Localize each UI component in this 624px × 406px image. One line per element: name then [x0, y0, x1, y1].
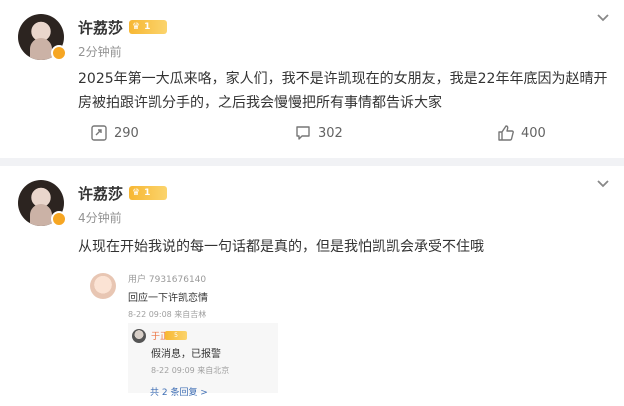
weibo-feed: 许荔莎 ♛ 1 2分钟前 2025年第一大瓜来咯，家人们，我不是许凯现在的女朋友…	[0, 0, 624, 406]
quoted-comment-text: 回应一下许凯恋情	[128, 293, 208, 304]
reply-meta: 8-22 09:09 来自北京	[151, 366, 230, 375]
post-card: 许荔莎 ♛ 1 2分钟前 2025年第一大瓜来咯，家人们，我不是许凯现在的女朋友…	[0, 0, 624, 158]
more-replies-link: 共 2 条回复 >	[150, 388, 208, 398]
post-text: 2025年第一大瓜来咯，家人们，我不是许凯现在的女朋友，我是22年年底因为赵晴开…	[78, 71, 608, 111]
post-text: 从现在开始我说的每一句话都是真的，但是我怕凯凯会承受不住哦	[78, 239, 484, 255]
repost-count: 290	[114, 125, 139, 141]
action-bar: 290 302 400	[0, 124, 624, 148]
reply-text: 假消息，已报警	[151, 349, 221, 360]
reply-vip-badge: 5	[165, 331, 187, 340]
crown-icon: ♛	[132, 188, 141, 198]
vip-level: 1	[144, 188, 151, 198]
comment-icon	[296, 126, 310, 140]
crown-icon: ♛	[132, 22, 141, 32]
vip-level: 1	[144, 22, 151, 32]
post-time[interactable]: 4分钟前	[78, 209, 122, 226]
like-button[interactable]: 400	[497, 124, 546, 142]
quoted-reply: 于正 5 假消息，已报警 8-22 09:09 来自北京	[128, 323, 278, 393]
author-name[interactable]: 许荔莎	[78, 17, 123, 38]
quoted-comment-meta: 8-22 09:08 来自吉林	[128, 310, 207, 319]
quoted-username: 用户 7931676140	[128, 275, 207, 285]
repost-icon	[91, 125, 107, 141]
comment-count: 302	[318, 125, 343, 141]
chevron-down-icon[interactable]	[596, 179, 610, 189]
vip-badge[interactable]: ♛ 1	[129, 20, 167, 34]
like-count: 400	[521, 125, 546, 141]
quoted-user-avatar	[90, 273, 116, 299]
post-time[interactable]: 2分钟前	[78, 43, 122, 60]
chevron-down-icon[interactable]	[596, 13, 610, 23]
repost-button[interactable]: 290	[90, 124, 139, 142]
verified-badge-icon	[51, 211, 67, 227]
verified-badge-icon	[51, 45, 67, 61]
comment-button[interactable]: 302	[294, 124, 343, 142]
reply-avatar	[132, 329, 146, 343]
quoted-screenshot[interactable]: 用户 7931676140 回应一下许凯恋情 8-22 09:08 来自吉林 于…	[78, 265, 278, 406]
author-name[interactable]: 许荔莎	[78, 183, 123, 204]
thumbs-up-icon	[498, 125, 514, 141]
vip-badge[interactable]: ♛ 1	[129, 186, 167, 200]
